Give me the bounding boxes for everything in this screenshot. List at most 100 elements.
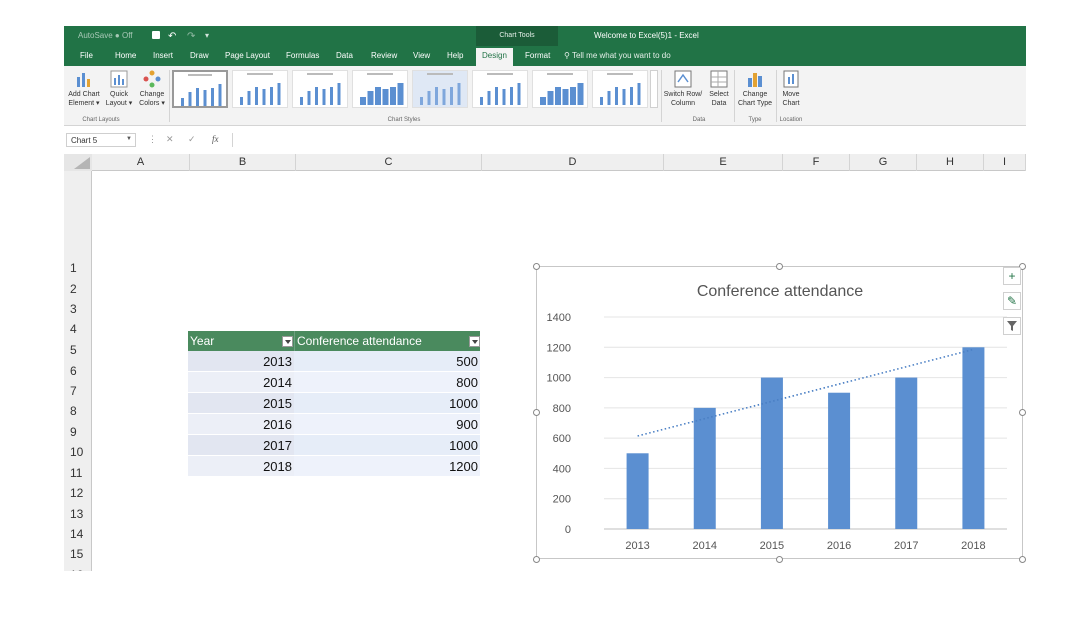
resize-handle[interactable]: [533, 556, 540, 563]
tab-file[interactable]: File: [80, 51, 93, 60]
row-header-11[interactable]: 11: [64, 466, 92, 480]
add-chart-element-button[interactable]: Add Chart Element ▾: [66, 66, 102, 116]
tab-formulas[interactable]: Formulas: [286, 51, 319, 60]
resize-handle[interactable]: [1019, 556, 1026, 563]
worksheet-grid[interactable]: Year Conference attendance 2013 500 2014 80…: [92, 171, 1026, 571]
column-header-h[interactable]: H: [917, 154, 984, 171]
bar-2017[interactable]: [895, 377, 918, 529]
table-cell-attendance[interactable]: 500: [294, 351, 480, 372]
table-cell-year[interactable]: 2013: [188, 351, 294, 372]
table-cell-attendance[interactable]: 1000: [294, 435, 480, 456]
cancel-icon[interactable]: ✕: [166, 134, 174, 145]
table-header-attendance[interactable]: Conference attendance: [294, 331, 480, 351]
column-header-b[interactable]: B: [190, 154, 296, 171]
resize-handle[interactable]: [776, 556, 783, 563]
tab-format[interactable]: Format: [525, 51, 550, 60]
table-cell-year[interactable]: 2018: [188, 456, 294, 477]
row-header-16[interactable]: 16: [64, 568, 92, 571]
row-header-15[interactable]: 15: [64, 547, 92, 561]
table-cell-attendance[interactable]: 900: [294, 414, 480, 435]
tab-page-layout[interactable]: Page Layout: [225, 51, 270, 60]
chart-style-thumb[interactable]: [292, 70, 348, 108]
row-header-1[interactable]: 1: [64, 261, 92, 275]
trendline[interactable]: [637, 348, 974, 437]
insert-function-icon[interactable]: fx: [212, 134, 219, 144]
chart-style-thumb[interactable]: [592, 70, 648, 108]
select-all-button[interactable]: [64, 154, 92, 171]
chart-style-thumb[interactable]: [472, 70, 528, 108]
tab-design[interactable]: Design: [476, 48, 513, 66]
customize-toolbar-icon[interactable]: ▾: [205, 31, 209, 40]
resize-handle[interactable]: [533, 409, 540, 416]
bar-2013[interactable]: [626, 453, 649, 529]
column-header-c[interactable]: C: [296, 154, 482, 171]
bar-2015[interactable]: [760, 377, 783, 529]
chart-styles-scroll[interactable]: [650, 70, 658, 108]
column-header-g[interactable]: G: [850, 154, 917, 171]
undo-icon[interactable]: ↶: [168, 31, 176, 42]
filter-dropdown-icon[interactable]: [282, 336, 293, 347]
column-header-e[interactable]: E: [664, 154, 783, 171]
table-cell-attendance[interactable]: 1000: [294, 393, 480, 414]
table-cell-year[interactable]: 2017: [188, 435, 294, 456]
bar-2014[interactable]: [693, 407, 716, 529]
quick-layout-button[interactable]: Quick Layout ▾: [104, 66, 134, 116]
table-cell-year[interactable]: 2016: [188, 414, 294, 435]
tab-home[interactable]: Home: [115, 51, 136, 60]
row-header-3[interactable]: 3: [64, 302, 92, 316]
chart-filters-button[interactable]: [1003, 317, 1021, 335]
table-header-year[interactable]: Year: [188, 331, 294, 351]
chart-styles-button[interactable]: ✎: [1003, 292, 1021, 310]
row-header-14[interactable]: 14: [64, 527, 92, 541]
autosave-toggle[interactable]: AutoSave ● Off: [78, 31, 133, 40]
bar-2018[interactable]: [962, 347, 985, 529]
table-cell-attendance[interactable]: 800: [294, 372, 480, 393]
row-header-7[interactable]: 7: [64, 384, 92, 398]
chart-style-thumb[interactable]: [232, 70, 288, 108]
resize-handle[interactable]: [533, 263, 540, 270]
row-header-5[interactable]: 5: [64, 343, 92, 357]
table-cell-attendance[interactable]: 1200: [294, 456, 480, 477]
column-header-a[interactable]: A: [92, 154, 190, 171]
column-header-f[interactable]: F: [783, 154, 850, 171]
tab-review[interactable]: Review: [371, 51, 397, 60]
move-chart-button[interactable]: Move Chart: [776, 66, 806, 116]
redo-icon[interactable]: ↷: [187, 31, 195, 42]
chart-style-thumb[interactable]: [352, 70, 408, 108]
tab-draw[interactable]: Draw: [190, 51, 209, 60]
switch-row-column-button[interactable]: Switch Row/ Column: [662, 66, 704, 116]
chart-object[interactable]: Conference attendance 0 200 400 600 800 1000 1…: [536, 266, 1023, 559]
row-header-13[interactable]: 13: [64, 507, 92, 521]
chart-title[interactable]: Conference attendance: [697, 283, 863, 300]
row-header-6[interactable]: 6: [64, 364, 92, 378]
name-box-dropdown-icon[interactable]: ▼: [126, 136, 132, 142]
chart-style-thumb[interactable]: [532, 70, 588, 108]
chart-elements-button[interactable]: +: [1003, 267, 1021, 285]
table-cell-year[interactable]: 2014: [188, 372, 294, 393]
resize-handle[interactable]: [1019, 409, 1026, 416]
select-data-button[interactable]: Select Data: [705, 66, 733, 116]
tab-data[interactable]: Data: [336, 51, 353, 60]
row-header-12[interactable]: 12: [64, 486, 92, 500]
tell-me-search[interactable]: ⚲ Tell me what you want to do: [564, 51, 671, 60]
row-header-10[interactable]: 10: [64, 445, 92, 459]
column-header-i[interactable]: I: [984, 154, 1026, 171]
tab-help[interactable]: Help: [447, 51, 463, 60]
resize-handle[interactable]: [776, 263, 783, 270]
tab-view[interactable]: View: [413, 51, 430, 60]
row-header-9[interactable]: 9: [64, 425, 92, 439]
change-colors-button[interactable]: Change Colors ▾: [136, 66, 168, 116]
table-cell-year[interactable]: 2015: [188, 393, 294, 414]
chart-style-thumb[interactable]: [412, 70, 468, 108]
change-chart-type-button[interactable]: Change Chart Type: [734, 66, 776, 116]
bar-2016[interactable]: [828, 392, 851, 529]
tab-insert[interactable]: Insert: [153, 51, 173, 60]
row-header-8[interactable]: 8: [64, 404, 92, 418]
row-header-4[interactable]: 4: [64, 322, 92, 336]
row-header-2[interactable]: 2: [64, 282, 92, 296]
formula-input[interactable]: [232, 133, 1026, 147]
enter-icon[interactable]: ✓: [188, 134, 196, 145]
filter-dropdown-icon[interactable]: [469, 336, 480, 347]
chart-style-thumb[interactable]: [172, 70, 228, 108]
column-header-d[interactable]: D: [482, 154, 664, 171]
